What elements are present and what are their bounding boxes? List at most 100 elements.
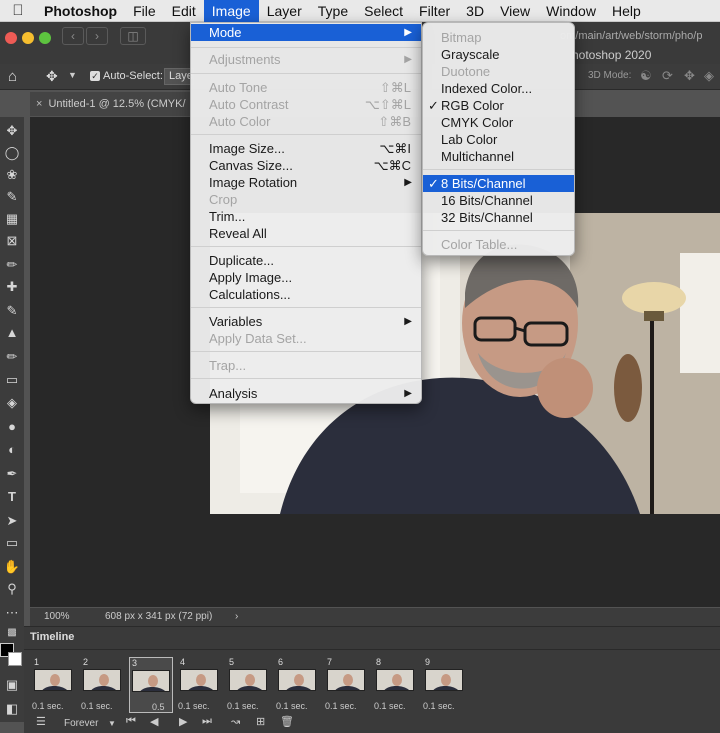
menu-item-lab-color[interactable]: Lab Color xyxy=(423,131,574,148)
history-brush-tool-icon[interactable]: ✏ xyxy=(2,347,22,367)
menu-item-16-bits-channel[interactable]: 16 Bits/Channel xyxy=(423,192,574,209)
timeline-frame[interactable]: 4 0.1 sec. xyxy=(178,657,222,713)
frame-duration[interactable]: 0.1 sec. xyxy=(32,701,80,711)
menu-item-calculations[interactable]: Calculations... xyxy=(191,286,421,303)
menu-item-indexed-color[interactable]: Indexed Color... xyxy=(423,80,574,97)
menu-item-32-bits-channel[interactable]: 32 Bits/Channel xyxy=(423,209,574,226)
more-tools-icon[interactable]: ⋯ xyxy=(2,603,22,623)
frame-duration[interactable]: 0.1 sec. xyxy=(227,701,275,711)
menu-item-apply-data-set[interactable]: Apply Data Set... xyxy=(191,330,421,347)
3d-pan-icon[interactable]: ✥ xyxy=(684,68,695,84)
menu-item-bitmap[interactable]: Bitmap xyxy=(423,29,574,46)
menu-item-duotone[interactable]: Duotone xyxy=(423,63,574,80)
menu-item-auto-contrast[interactable]: Auto Contrast ⌥⇧⌘L xyxy=(191,96,421,113)
home-icon[interactable]: ⌂ xyxy=(8,68,17,85)
frame-duration[interactable]: 0.1 sec. xyxy=(423,701,471,711)
move-tool-icon[interactable]: ✥ xyxy=(46,68,58,85)
dodge-tool-icon[interactable]: ◐ xyxy=(2,440,22,460)
menu-3d[interactable]: 3D xyxy=(458,0,492,22)
next-frame-icon[interactable]: ⏭ xyxy=(202,715,212,728)
timeline-frame-selected[interactable]: 3 0.5 xyxy=(129,657,173,713)
menu-item-rgb-color[interactable]: ✓ RGB Color xyxy=(423,97,574,114)
3d-roll-icon[interactable]: ⟳ xyxy=(662,68,673,84)
marquee-tool-icon[interactable]: ◯ xyxy=(2,143,22,163)
trash-icon[interactable]: 🗑 xyxy=(280,715,294,728)
lasso-tool-icon[interactable]: ❀ xyxy=(2,165,22,185)
close-tab-icon[interactable]: × xyxy=(36,98,42,110)
3d-slide-icon[interactable]: ◈ xyxy=(704,68,714,84)
hand-tool-icon[interactable]: ✋ xyxy=(2,557,22,577)
blur-tool-icon[interactable]: ● xyxy=(2,417,22,437)
menu-item-trap[interactable]: Trap... xyxy=(191,357,421,374)
brush-tool-icon[interactable]: ✎ xyxy=(2,301,22,321)
timeline-frame[interactable]: 9 0.1 sec. xyxy=(423,657,467,713)
convert-timeline-icon[interactable]: ☰ xyxy=(36,715,46,728)
auto-select-checkbox[interactable]: ✓ xyxy=(90,71,100,81)
clone-stamp-tool-icon[interactable]: ▲ xyxy=(2,323,22,343)
eyedropper-tool-icon[interactable]: ✏ xyxy=(2,255,22,275)
frame-duration[interactable]: 0.1 sec. xyxy=(374,701,422,711)
quick-mask-icon[interactable]: ▣ xyxy=(2,675,22,695)
first-frame-icon[interactable]: ⏮ xyxy=(126,715,136,728)
menu-image[interactable]: Image xyxy=(203,0,259,22)
menu-item-8-bits-channel[interactable]: ✓ 8 Bits/Channel xyxy=(423,175,574,192)
menu-item-duplicate[interactable]: Duplicate... xyxy=(191,252,421,269)
background-color-swatch[interactable] xyxy=(8,652,22,666)
quick-selection-tool-icon[interactable]: ✎ xyxy=(2,187,22,207)
back-icon[interactable]: ‹ xyxy=(62,27,84,45)
forward-icon[interactable]: › xyxy=(86,27,108,45)
menu-item-image-size[interactable]: Image Size... ⌥⌘I xyxy=(191,140,421,157)
menu-item-variables[interactable]: Variables ▶ xyxy=(191,313,421,330)
menu-file[interactable]: File xyxy=(125,0,164,22)
menu-item-crop[interactable]: Crop xyxy=(191,191,421,208)
menu-edit[interactable]: Edit xyxy=(164,0,204,22)
menu-item-cmyk-color[interactable]: CMYK Color xyxy=(423,114,574,131)
menu-window[interactable]: Window xyxy=(538,0,604,22)
path-selection-tool-icon[interactable]: ➤ xyxy=(2,511,22,531)
menu-item-canvas-size[interactable]: Canvas Size... ⌥⌘C xyxy=(191,157,421,174)
eraser-tool-icon[interactable]: ▭ xyxy=(2,370,22,390)
menu-type[interactable]: Type xyxy=(310,0,356,22)
menu-item-adjustments[interactable]: Adjustments ▶ xyxy=(191,51,421,68)
menu-item-apply-image[interactable]: Apply Image... xyxy=(191,269,421,286)
timeline-frame[interactable]: 7 0.1 sec. xyxy=(325,657,369,713)
screen-mode-icon[interactable]: ◧ xyxy=(2,699,22,719)
frame-duration[interactable]: 0.1 sec. xyxy=(178,701,226,711)
chevron-down-icon[interactable]: ▼ xyxy=(108,719,116,728)
timeline-title[interactable]: Timeline xyxy=(30,631,74,643)
frame-duration[interactable]: 0.1 sec. xyxy=(81,701,129,711)
menu-select[interactable]: Select xyxy=(356,0,411,22)
menu-item-grayscale[interactable]: Grayscale xyxy=(423,46,574,63)
menu-item-auto-color[interactable]: Auto Color ⇧⌘B xyxy=(191,113,421,130)
zoom-level[interactable]: 100% xyxy=(44,611,70,622)
tween-icon[interactable]: ↝ xyxy=(231,715,240,728)
menu-item-multichannel[interactable]: Multichannel xyxy=(423,148,574,165)
status-info-arrow[interactable]: › xyxy=(235,611,238,622)
close-window-button[interactable] xyxy=(5,32,17,44)
menu-layer[interactable]: Layer xyxy=(259,0,310,22)
menu-app-name[interactable]: Photoshop xyxy=(36,0,125,22)
menu-item-auto-tone[interactable]: Auto Tone ⇧⌘L xyxy=(191,79,421,96)
menu-item-analysis[interactable]: Analysis ▶ xyxy=(191,385,421,402)
frame-duration[interactable]: 0.1 sec. xyxy=(276,701,324,711)
menu-item-trim[interactable]: Trim... xyxy=(191,208,421,225)
menu-help[interactable]: Help xyxy=(604,0,649,22)
frame-duration[interactable]: 0.1 sec. xyxy=(325,701,373,711)
play-icon[interactable]: ▶ xyxy=(179,715,187,728)
healing-brush-tool-icon[interactable]: ✚ xyxy=(2,277,22,297)
document-tab[interactable]: × Untitled-1 @ 12.5% (CMYK/ xyxy=(30,92,190,116)
crop-tool-icon[interactable]: ▦ xyxy=(2,209,22,229)
previous-frame-icon[interactable]: ◀ xyxy=(150,715,158,728)
pen-tool-icon[interactable]: ✒ xyxy=(2,464,22,484)
menu-view[interactable]: View xyxy=(492,0,538,22)
timeline-frame[interactable]: 6 0.1 sec. xyxy=(276,657,320,713)
frame-tool-icon[interactable]: ⊠ xyxy=(2,231,22,251)
duplicate-frame-icon[interactable]: ⊞ xyxy=(256,715,265,728)
menu-filter[interactable]: Filter xyxy=(411,0,458,22)
sidebar-icon[interactable]: ◫ xyxy=(120,27,146,45)
apple-icon[interactable]:  xyxy=(0,2,36,19)
zoom-tool-icon[interactable]: ⚲ xyxy=(2,579,22,599)
type-tool-icon[interactable]: T xyxy=(2,487,22,507)
chevron-down-icon[interactable]: ▼ xyxy=(68,70,77,80)
timeline-frame[interactable]: 8 0.1 sec. xyxy=(374,657,418,713)
